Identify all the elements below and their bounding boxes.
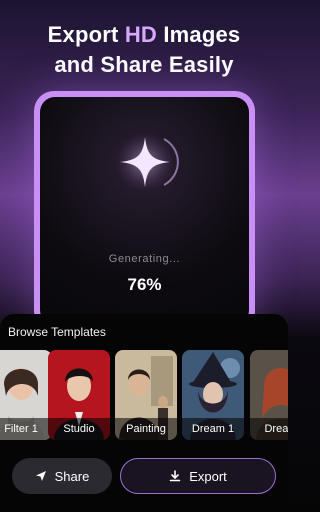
generating-screen: Generating... 76% [40,97,249,325]
browse-templates-title: Browse Templates [8,325,106,339]
phone-mockup: Generating... 76% [34,91,255,331]
export-label: Export [189,468,227,484]
template-label: Dream 1 [182,418,244,440]
send-icon [35,471,46,481]
template-card[interactable]: Filter 1 [0,350,52,440]
headline-line-1: Export HD Images [47,22,241,47]
template-card[interactable]: Studio [48,350,110,440]
generating-status: Generating... [108,253,181,265]
template-label: Painting [115,418,177,440]
share-label: Share [54,468,90,484]
export-button[interactable]: Export [120,458,276,494]
headline-line-2: and Share Easily [54,52,234,77]
template-carousel[interactable]: Filter 1 Studio Painting Dream 1 Drea [0,350,288,440]
template-card[interactable]: Dream 1 [182,350,244,440]
headline: Export HD Images and Share Easily [0,20,288,80]
template-card[interactable]: Painting [115,350,177,440]
share-button[interactable]: Share [12,458,112,494]
template-label: Dream [250,418,288,440]
progress-percentage: 76% [127,275,162,294]
template-card[interactable]: Dream [250,350,288,440]
template-label: Filter 1 [0,418,52,440]
headline-highlight: HD [124,22,158,47]
sparkle-icon [115,132,179,192]
template-label: Studio [48,418,110,440]
download-icon [169,470,181,482]
